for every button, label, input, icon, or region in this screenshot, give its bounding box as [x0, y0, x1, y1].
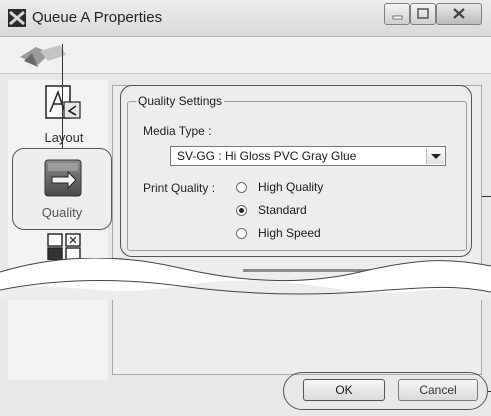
- maximize-icon: [417, 8, 429, 19]
- layout-icon: [45, 85, 81, 119]
- chevron-down-icon[interactable]: [426, 148, 444, 164]
- media-type-value: SV-GG : Hi Gloss PVC Gray Glue: [177, 149, 357, 163]
- nav-item-layout[interactable]: Layout: [14, 84, 114, 148]
- cancel-button[interactable]: Cancel: [398, 379, 478, 401]
- nav-label-quality: Quality: [41, 205, 83, 220]
- properties-window: Queue A Properties Layout Quality Qualit…: [0, 0, 491, 416]
- minimize-button[interactable]: [384, 3, 410, 25]
- ok-button[interactable]: OK: [303, 379, 385, 401]
- close-icon: [453, 8, 465, 19]
- radio-button-checked[interactable]: [236, 205, 247, 216]
- radio-button[interactable]: [236, 228, 247, 239]
- radio-label-high-quality: High Quality: [258, 180, 324, 194]
- print-quality-label: Print Quality :: [143, 181, 216, 195]
- window-title: Queue A Properties: [32, 9, 163, 26]
- radio-label-high-speed: High Speed: [258, 226, 321, 240]
- color-icon: [47, 233, 81, 260]
- minimize-icon: [392, 15, 403, 20]
- radio-label-standard: Standard: [258, 203, 307, 217]
- maximize-button[interactable]: [410, 3, 436, 25]
- toolbar-strip: [0, 37, 491, 74]
- app-icon: [8, 9, 26, 27]
- close-button[interactable]: [436, 3, 482, 25]
- radio-button[interactable]: [236, 182, 247, 193]
- group-title: Quality Settings: [136, 94, 225, 108]
- nav-label-layout: Layout: [44, 130, 84, 145]
- quality-icon: [44, 159, 82, 197]
- callout-line-nav: [62, 44, 63, 148]
- nav-item-quality[interactable]: Quality: [12, 148, 112, 230]
- page-break-wave: [0, 258, 491, 300]
- media-type-select[interactable]: SV-GG : Hi Gloss PVC Gray Glue: [170, 146, 446, 166]
- title-bar[interactable]: Queue A Properties: [0, 0, 491, 37]
- media-type-label: Media Type :: [143, 124, 212, 138]
